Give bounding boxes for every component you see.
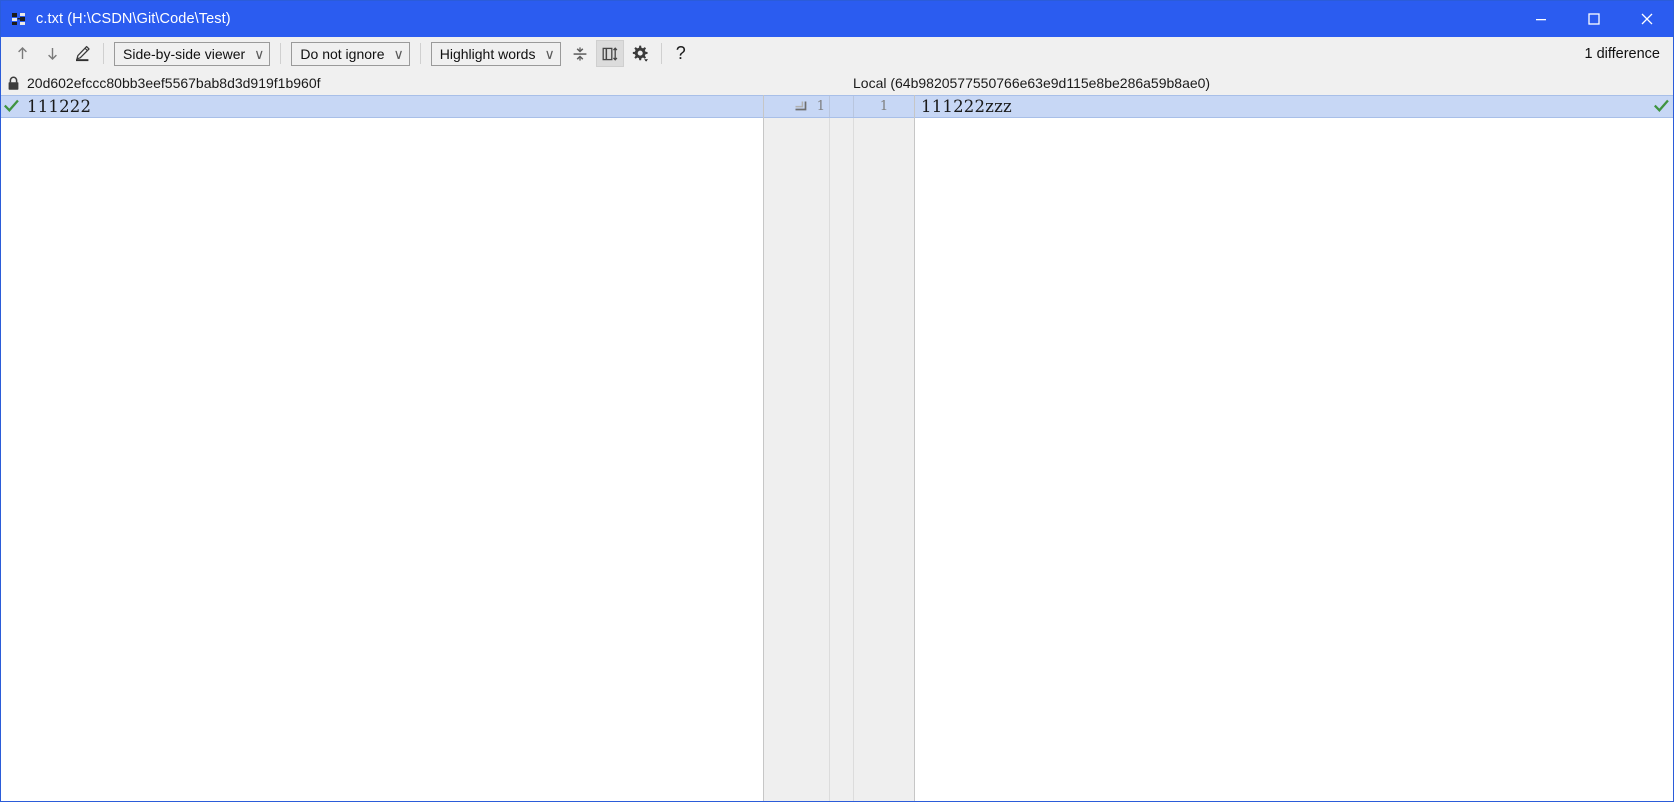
left-revision-hash: 20d602efccc80bb3eef5567bab8d3d919f1b960f	[27, 75, 321, 91]
right-line-marker	[1654, 95, 1669, 118]
close-button[interactable]	[1620, 1, 1673, 37]
tortoisegitmerge-icon	[11, 11, 27, 27]
line-ending-icon	[795, 101, 807, 110]
maximize-button[interactable]	[1567, 1, 1620, 37]
left-diff-pane[interactable]: 111222	[1, 95, 763, 801]
help-button[interactable]: ?	[668, 43, 694, 64]
diff-gutter[interactable]: 1 1	[763, 95, 915, 801]
pencil-icon	[75, 45, 90, 62]
right-line-text: 111222zzz	[921, 97, 1012, 116]
left-line-marker	[1, 96, 21, 117]
view-mode-value: Side-by-side viewer	[123, 45, 246, 62]
file-header-bar: 20d602efccc80bb3eef5567bab8d3d919f1b960f…	[1, 71, 1673, 95]
minimize-icon	[1535, 19, 1546, 21]
table-row[interactable]: 111222zzz	[915, 95, 1673, 118]
inline-differences-button[interactable]	[595, 40, 624, 67]
ignore-mode-dropdown[interactable]: Do not ignore ∨	[291, 41, 410, 66]
edit-button[interactable]	[68, 40, 96, 67]
highlight-mode-dropdown[interactable]: Highlight words ∨	[430, 41, 561, 66]
chevron-down-icon: ∨	[393, 45, 404, 62]
right-revision-label: Local (64b9820577550766e63e9d115e8be286a…	[853, 75, 1211, 91]
window-controls	[1514, 1, 1673, 37]
chevron-down-icon: ∨	[254, 45, 265, 62]
table-row[interactable]: 111222	[1, 95, 763, 118]
gutter-divider-1	[829, 118, 830, 801]
arrow-up-icon	[17, 47, 27, 59]
collapse-arrows-icon	[573, 46, 587, 61]
gutter-right-number-cell: 1	[854, 96, 914, 117]
maximize-icon	[1587, 13, 1600, 25]
previous-difference-button[interactable]	[8, 40, 36, 67]
ignore-mode-value: Do not ignore	[300, 45, 385, 62]
gutter-marker-cell	[830, 96, 854, 117]
check-icon	[3, 99, 19, 112]
diff-area: 111222 1 1 111222zzz	[1, 95, 1673, 801]
window-title: c.txt (H:\CSDN\Git\Code\Test)	[36, 11, 231, 27]
settings-button[interactable]	[626, 40, 654, 67]
column-diff-icon	[602, 46, 618, 61]
gutter-divider-2	[853, 118, 854, 801]
view-mode-dropdown[interactable]: Side-by-side viewer ∨	[114, 41, 271, 66]
tortoisegitmerge-window: c.txt (H:\CSDN\Git\Code\Test) Side-by-si…	[0, 0, 1674, 802]
highlight-mode-value: Highlight words	[439, 45, 536, 62]
toolbar: Side-by-side viewer ∨ Do not ignore ∨ Hi…	[1, 37, 1673, 71]
toolbar-separator-1	[103, 43, 104, 64]
gutter-left-line-number: 1	[816, 99, 825, 114]
gutter-row: 1 1	[764, 95, 914, 118]
right-diff-pane[interactable]: 111222zzz	[915, 95, 1673, 801]
arrow-down-icon	[47, 48, 57, 60]
toolbar-separator-3	[419, 43, 421, 64]
difference-count-label: 1 difference	[1584, 45, 1660, 62]
gear-icon	[632, 45, 648, 62]
gutter-right-line-number: 1	[879, 99, 889, 114]
line-ending-cell: 1	[764, 96, 830, 117]
toolbar-separator-2	[280, 43, 282, 64]
chevron-down-icon: ∨	[544, 45, 555, 62]
next-difference-button[interactable]	[38, 40, 66, 67]
title-bar[interactable]: c.txt (H:\CSDN\Git\Code\Test)	[1, 1, 1673, 37]
left-file-header: 20d602efccc80bb3eef5567bab8d3d919f1b960f	[1, 75, 321, 91]
lock-icon	[7, 76, 20, 90]
minimize-button[interactable]	[1514, 1, 1567, 37]
toolbar-separator-4	[660, 43, 662, 64]
check-icon	[1654, 99, 1669, 112]
left-line-text: 111222	[27, 97, 92, 116]
close-icon	[1641, 13, 1652, 25]
collapse-sections-button[interactable]	[566, 40, 594, 67]
